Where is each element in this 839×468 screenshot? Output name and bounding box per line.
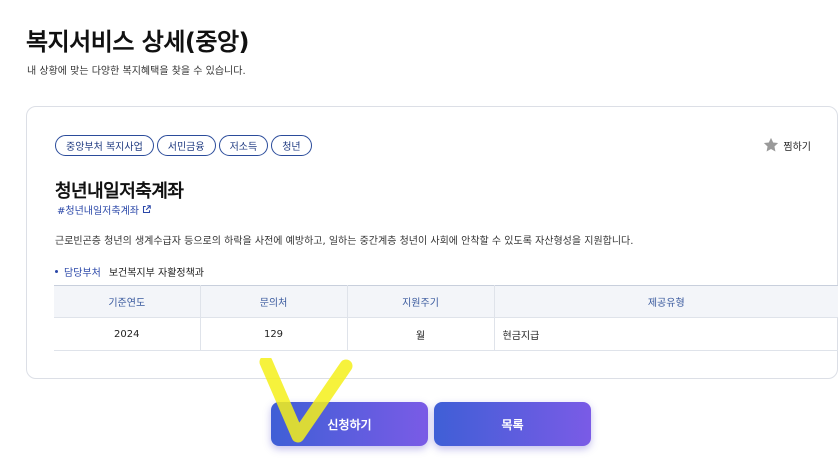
- apply-button[interactable]: 신청하기: [271, 402, 428, 446]
- bullet-dot: [55, 270, 58, 273]
- list-button[interactable]: 목록: [434, 402, 591, 446]
- tag-low-income[interactable]: 저소득: [218, 135, 269, 156]
- column-header: 문의처: [200, 285, 348, 318]
- external-link-icon: [142, 205, 151, 214]
- column-header: 제공유형: [494, 285, 838, 318]
- tag-youth[interactable]: 청년: [271, 135, 312, 156]
- table-header-row: 기준연도 문의처 지원주기 제공유형: [54, 285, 838, 318]
- tag-finance[interactable]: 서민금융: [156, 135, 216, 156]
- star-icon: [764, 137, 779, 152]
- tag-list: 중앙부처 복지사업 서민금융 저소득 청년: [55, 135, 312, 156]
- service-info-table: 기준연도 문의처 지원주기 제공유형 2024 129 월 현금지급: [54, 285, 838, 351]
- page-subtitle: 내 상황에 맞는 다양한 복지혜택을 찾을 수 있습니다.: [27, 66, 246, 77]
- tag-central-welfare[interactable]: 중앙부처 복지사업: [55, 135, 154, 156]
- column-header: 기준연도: [54, 285, 201, 318]
- hashtag-text: #청년내일저축계좌: [57, 206, 139, 217]
- department-info: 담당부처 보건복지부 자활정책과: [55, 264, 204, 279]
- table-cell-year: 2024: [54, 317, 201, 351]
- service-hashtag-link[interactable]: #청년내일저축계좌: [57, 202, 151, 217]
- table-row: 2024 129 월 현금지급: [54, 317, 838, 351]
- service-title: 청년내일저축계좌: [55, 181, 184, 202]
- table-cell-type: 현금지급: [494, 317, 838, 351]
- department-value: 보건복지부 자활정책과: [108, 268, 204, 279]
- page-title: 복지서비스 상세(중앙): [26, 28, 250, 56]
- table-cell-cycle: 월: [347, 317, 495, 351]
- service-detail-card: 중앙부처 복지사업 서민금융 저소득 청년 찜하기 청년내일저축계좌 #청년내일…: [26, 106, 838, 379]
- department-label: 담당부처: [64, 268, 101, 279]
- favorite-label: 찜하기: [783, 141, 811, 153]
- favorite-button[interactable]: 찜하기: [762, 136, 811, 154]
- service-description: 근로빈곤층 청년의 생계수급자 등으로의 하락을 사전에 예방하고, 일하는 중…: [55, 236, 634, 247]
- table-cell-contact: 129: [200, 317, 348, 351]
- column-header: 지원주기: [347, 285, 495, 318]
